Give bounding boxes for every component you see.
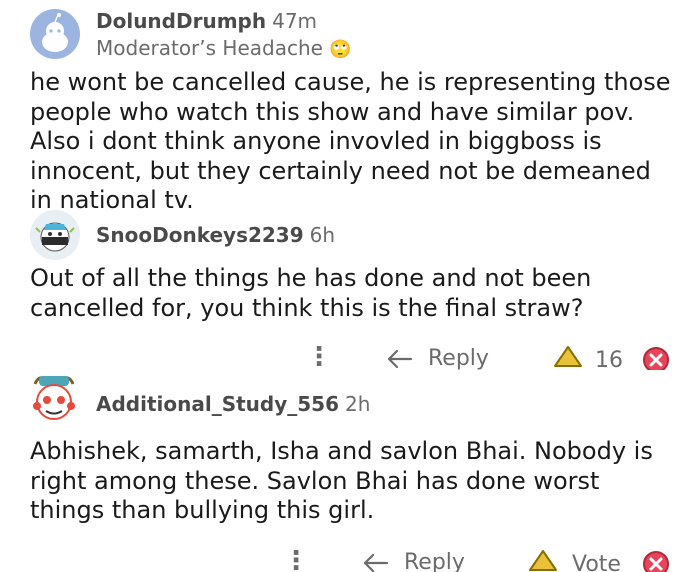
username[interactable]: SnooDonkeys2239 6h xyxy=(96,223,335,247)
more-options-icon[interactable]: ⋮ xyxy=(283,546,309,572)
downvote-button[interactable] xyxy=(642,346,670,370)
user-flair: Moderator’s Headache 🙄 xyxy=(96,36,352,60)
downvote-icon xyxy=(643,347,669,370)
timestamp: 47m xyxy=(272,9,318,33)
reply-label[interactable]: Reply xyxy=(404,550,465,572)
reply-label[interactable]: Reply xyxy=(428,346,489,370)
downvote-icon xyxy=(643,551,669,572)
avatar[interactable] xyxy=(25,370,83,428)
timestamp: 6h xyxy=(309,223,336,247)
downvote-button[interactable] xyxy=(642,550,670,572)
timestamp: 2h xyxy=(345,392,371,416)
comment-body: Out of all the things he has done and no… xyxy=(30,264,592,322)
username[interactable]: Additional_Study_556 2h xyxy=(96,392,370,416)
upvote-icon xyxy=(554,346,582,367)
snoo-avatar-icon xyxy=(35,222,75,252)
flair-emoji: 🙄 xyxy=(329,39,352,60)
username[interactable]: DolundDrumph 47m xyxy=(96,9,317,33)
comment-body: Abhishek, samarth, Isha and savlon Bhai.… xyxy=(30,437,653,524)
vote-label[interactable]: Vote xyxy=(572,552,621,572)
snoo-avatar-icon xyxy=(42,13,68,52)
snoo-avatar-icon xyxy=(33,376,75,420)
comment-action-bar: ⋮ Reply Vote xyxy=(0,544,700,572)
score: 16 xyxy=(595,348,623,370)
upvote-icon xyxy=(529,550,557,571)
comment-action-bar: ⋮ Reply 16 xyxy=(0,340,700,370)
reply-icon xyxy=(363,553,389,572)
avatar[interactable] xyxy=(30,210,80,260)
reply-button[interactable]: Reply xyxy=(362,550,465,572)
upvote-button[interactable] xyxy=(527,548,559,572)
avatar[interactable] xyxy=(30,9,80,59)
more-options-icon[interactable]: ⋮ xyxy=(306,342,332,370)
reply-icon xyxy=(387,349,413,368)
upvote-button[interactable] xyxy=(552,344,584,370)
reply-button[interactable]: Reply xyxy=(386,346,489,370)
comment-body: he wont be cancelled cause, he is repres… xyxy=(30,68,671,214)
